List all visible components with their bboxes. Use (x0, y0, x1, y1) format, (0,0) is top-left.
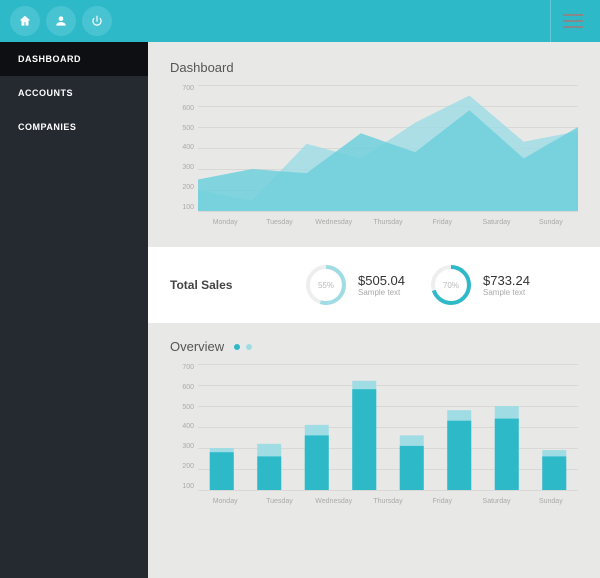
y-tick: 500 (170, 125, 198, 132)
sidebar-item-accounts[interactable]: ACCOUNTS (0, 76, 148, 110)
x-tick: Saturday (469, 215, 523, 235)
x-tick: Wednesday (307, 494, 361, 514)
sales-metric: 70% $733.24Sample text (429, 263, 530, 307)
sidebar-item-companies[interactable]: COMPANIES (0, 110, 148, 144)
y-tick: 100 (170, 483, 198, 490)
metric-value: $505.04 (358, 273, 405, 288)
donut-chart: 70% (429, 263, 473, 307)
metric-subtext: Sample text (483, 288, 530, 297)
x-tick: Friday (415, 494, 469, 514)
total-sales-band: Total Sales 55%$505.04Sample text70%$733… (148, 247, 600, 323)
x-tick: Friday (415, 215, 469, 235)
menu-icon[interactable] (550, 0, 590, 42)
y-tick: 400 (170, 144, 198, 151)
y-tick: 700 (170, 85, 198, 92)
legend-dot-primary (234, 344, 240, 350)
y-tick: 300 (170, 164, 198, 171)
y-tick: 400 (170, 423, 198, 430)
dashboard-title: Dashboard (170, 60, 578, 75)
x-tick: Monday (198, 215, 252, 235)
x-tick: Thursday (361, 215, 415, 235)
y-tick: 500 (170, 404, 198, 411)
overview-title: Overview (170, 339, 224, 354)
x-tick: Wednesday (307, 215, 361, 235)
legend-dots (234, 344, 252, 350)
x-tick: Monday (198, 494, 252, 514)
x-tick: Tuesday (252, 215, 306, 235)
main: Dashboard 700600500400300200100 MondayTu… (148, 42, 600, 578)
dashboard-chart: 700 600 500 400 300 200 100 MondayTuesdayWedne… (170, 85, 578, 235)
x-tick: Tuesday (252, 494, 306, 514)
y-tick: 200 (170, 184, 198, 191)
sales-metric: 55% $505.04Sample text (304, 263, 405, 307)
y-tick: 200 (170, 463, 198, 470)
y-tick: 700 (170, 364, 198, 371)
user-icon[interactable] (46, 6, 76, 36)
y-tick: 600 (170, 105, 198, 112)
total-sales-title: Total Sales (170, 278, 280, 292)
x-tick: Sunday (524, 494, 578, 514)
x-tick: Thursday (361, 494, 415, 514)
y-tick: 300 (170, 443, 198, 450)
donut-percent: 55% (304, 263, 348, 307)
metric-value: $733.24 (483, 273, 530, 288)
donut-chart: 55% (304, 263, 348, 307)
x-tick: Sunday (524, 215, 578, 235)
donut-percent: 70% (429, 263, 473, 307)
sidebar-item-dashboard[interactable]: DASHBOARD (0, 42, 148, 76)
topbar (0, 0, 600, 42)
y-tick: 100 (170, 204, 198, 211)
power-icon[interactable] (82, 6, 112, 36)
overview-chart: 700 600 500 400 300 200 100 MondayTuesdayWedne… (170, 364, 578, 514)
sidebar: DASHBOARDACCOUNTSCOMPANIES (0, 42, 148, 578)
x-tick: Saturday (469, 494, 523, 514)
y-tick: 600 (170, 384, 198, 391)
metric-subtext: Sample text (358, 288, 405, 297)
legend-dot-secondary (246, 344, 252, 350)
home-icon[interactable] (10, 6, 40, 36)
